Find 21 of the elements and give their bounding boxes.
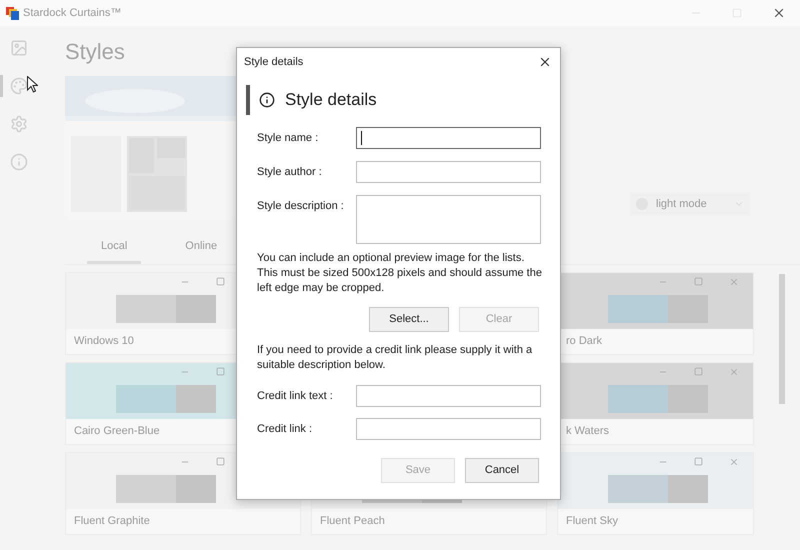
page-heading: Styles bbox=[65, 38, 125, 66]
dialog-title: Style details bbox=[244, 54, 304, 70]
dialog-button[interactable]: Cancel bbox=[465, 458, 539, 483]
tab[interactable]: Local bbox=[87, 238, 142, 264]
tab[interactable]: Online bbox=[181, 238, 222, 264]
field-label: Style description : bbox=[257, 199, 345, 214]
style-name: Fluent Peach bbox=[320, 514, 385, 528]
style-name: k Waters bbox=[566, 424, 609, 438]
style-name: ro Dark bbox=[566, 334, 602, 348]
field-label: Style author : bbox=[257, 165, 323, 180]
dialog-heading: Style details bbox=[285, 89, 377, 112]
style-name: Windows 10 bbox=[74, 334, 134, 348]
style-name: Fluent Sky bbox=[566, 514, 618, 528]
style-tile[interactable]: Fluent Sky bbox=[557, 452, 754, 534]
style-name: Cairo Green-Blue bbox=[74, 424, 160, 438]
dialog-button[interactable]: Select... bbox=[369, 307, 449, 332]
style-name: Fluent Graphite bbox=[74, 514, 150, 528]
field-label: Style name : bbox=[257, 131, 320, 146]
mode-label: light mode bbox=[656, 196, 707, 212]
app-title: Stardock Curtains™ bbox=[23, 6, 122, 21]
mode-dropdown[interactable]: light mode bbox=[630, 193, 750, 215]
